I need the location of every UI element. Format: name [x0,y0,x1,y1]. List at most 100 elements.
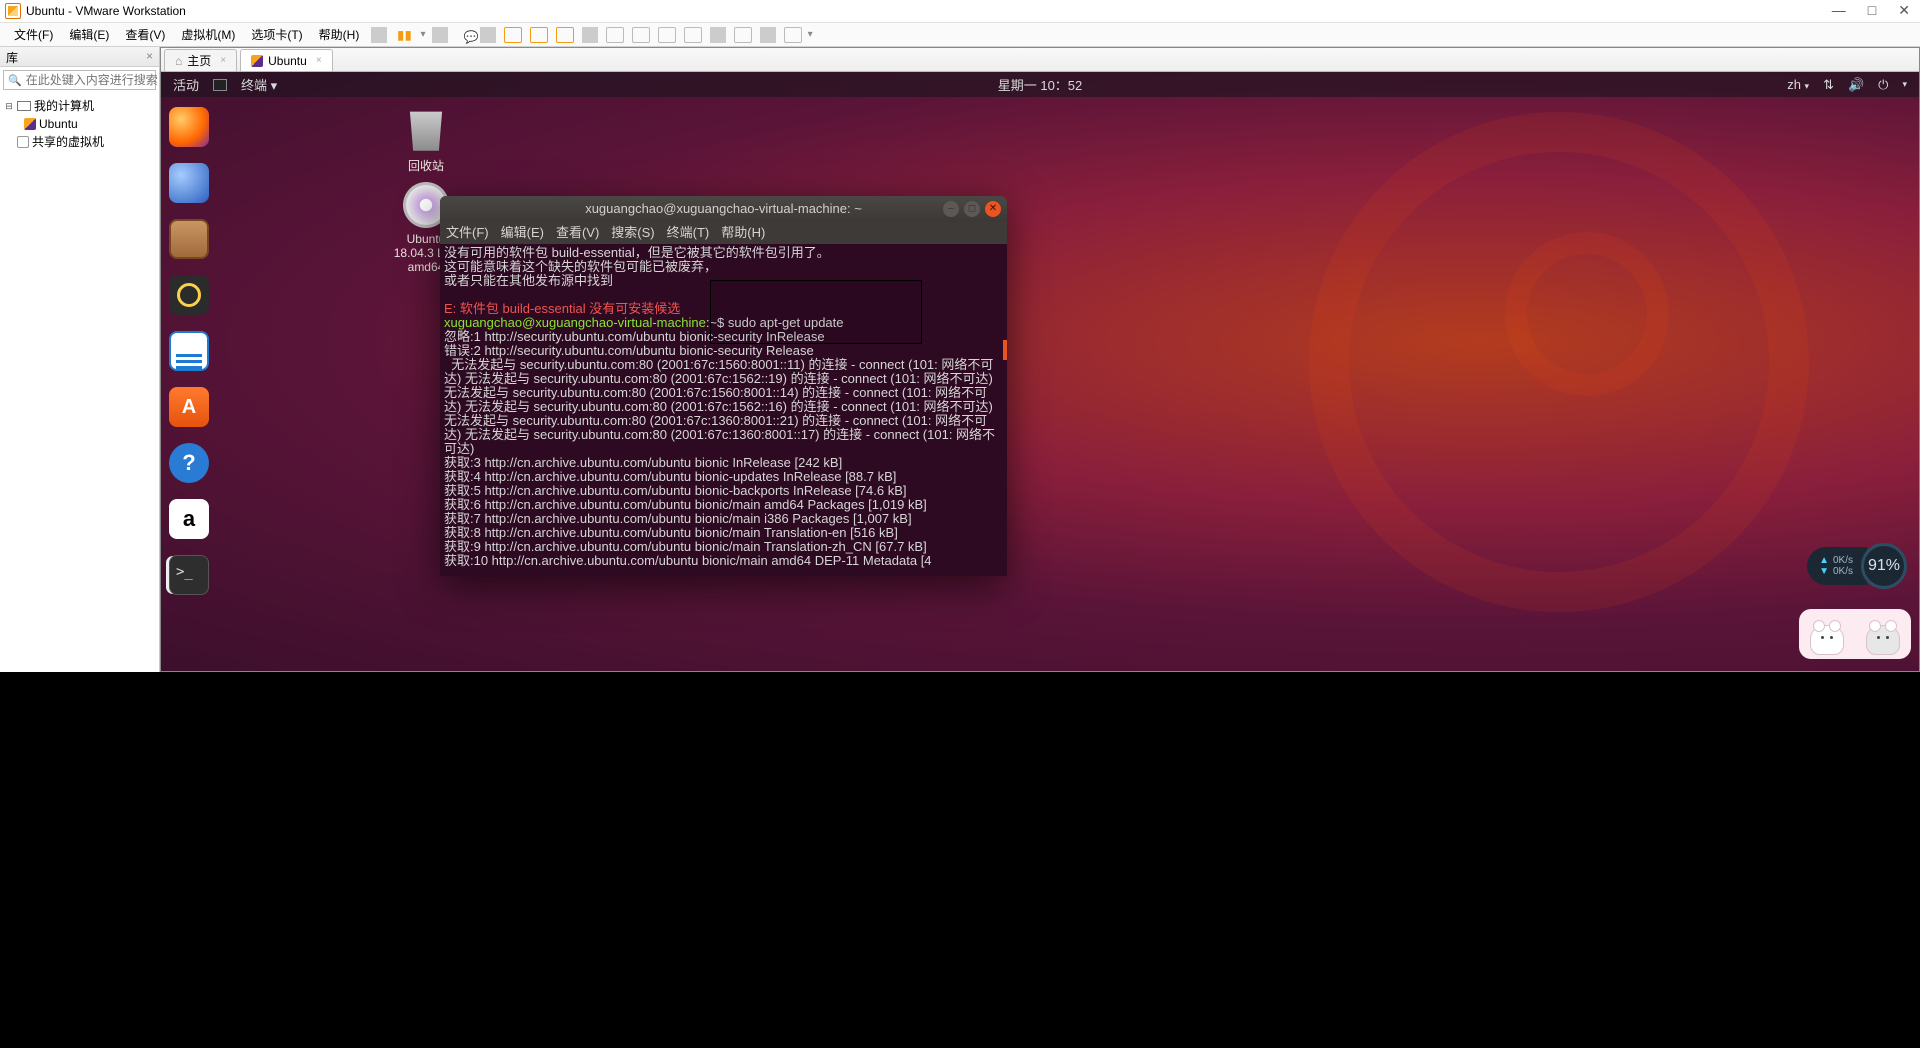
stretch-dropdown[interactable]: ▾ [806,29,815,40]
snapshot-take-icon[interactable] [504,27,522,43]
term-line: 获取:4 http://cn.archive.ubuntu.com/ubuntu… [444,469,896,484]
view-fullscreen-icon[interactable] [658,27,676,43]
libreoffice-writer-icon[interactable] [169,331,209,371]
percent-gauge[interactable]: 91% [1861,543,1907,589]
menu-vm[interactable]: 虚拟机(M) [173,23,243,46]
library-tree: ⊟我的计算机 Ubuntu 共享的虚拟机 [0,93,159,155]
snapshot-revert-icon[interactable] [530,27,548,43]
system-menu-dropdown[interactable]: ▾ [1902,79,1907,90]
shared-icon [17,136,29,148]
term-line: 获取:10 http://cn.archive.ubuntu.com/ubunt… [444,553,932,568]
library-close-button[interactable]: × [146,49,153,64]
network-speed-widget[interactable]: ▲0K/s ▼0K/s 91% [1807,543,1907,589]
terminal-scrollbar[interactable] [1003,340,1007,360]
term-menu-file[interactable]: 文件(F) [446,226,489,240]
term-line: 错误:2 http://security.ubuntu.com/ubuntu b… [444,343,814,358]
view-multi-icon[interactable] [632,27,650,43]
thunderbird-icon[interactable] [169,163,209,203]
library-search[interactable]: 🔍 ▼ [3,70,156,90]
term-line: 获取:8 http://cn.archive.ubuntu.com/ubuntu… [444,525,898,540]
tree-root[interactable]: ⊟我的计算机 [4,97,155,115]
network-icon[interactable]: ⇅ [1823,77,1834,93]
search-input[interactable] [26,73,181,87]
library-pane: 库 × 🔍 ▼ ⊟我的计算机 Ubuntu 共享的虚拟机 [0,47,160,672]
ubuntu-software-icon[interactable] [169,387,209,427]
pause-button[interactable]: ▮▮ [391,28,418,42]
gnome-topbar: 活动 终端 ▾ 星期一 10：52 zh ▾ ⇅ 🔊 ⏻ ▾ [161,72,1919,97]
tab-ubuntu[interactable]: Ubuntu× [240,49,333,71]
active-app-label[interactable]: 终端 ▾ [241,75,277,94]
clock[interactable]: 星期一 10：52 [998,75,1083,94]
upload-icon: ▲ [1819,555,1829,566]
search-icon: 🔍 [8,74,22,87]
files-icon[interactable] [169,219,209,259]
library-title: 库 [6,49,18,64]
separator [371,27,387,43]
separator [710,27,726,43]
trash-icon [403,107,449,153]
terminal-titlebar[interactable]: xuguangchao@xuguangchao-virtual-machine:… [440,196,1007,222]
terminal-body[interactable]: 没有可用的软件包 build-essential，但是它被其它的软件包引用了。 … [440,244,1007,576]
menu-tabs[interactable]: 选项卡(T) [243,23,310,46]
vmware-icon [5,3,21,19]
guest-desktop[interactable]: 活动 终端 ▾ 星期一 10：52 zh ▾ ⇅ 🔊 ⏻ ▾ [161,72,1919,671]
input-lang[interactable]: zh ▾ [1787,77,1809,92]
trash-desktop-icon[interactable]: 回收站 [386,107,466,174]
menu-file[interactable]: 文件(F) [6,23,61,46]
term-line: 获取:7 http://cn.archive.ubuntu.com/ubuntu… [444,511,912,526]
home-icon: ⌂ [175,54,182,68]
tab-close-icon[interactable]: × [316,55,322,66]
term-command: sudo apt-get update [728,315,844,330]
ubuntu-icon [251,55,263,67]
snapshot-manage-icon[interactable] [556,27,574,43]
pause-dropdown[interactable]: ▾ [419,29,428,40]
term-prompt-path: :~$ [706,315,728,330]
maximize-button[interactable]: □ [1868,2,1876,19]
toolbar-send-icon[interactable]: 💬 [456,27,472,43]
power-icon[interactable]: ⏻ [1878,77,1888,93]
host-titlebar: Ubuntu - VMware Workstation — □ ✕ [0,0,1920,23]
terminal-launcher-icon[interactable] [169,555,209,595]
term-line: 获取:6 http://cn.archive.ubuntu.com/ubuntu… [444,497,927,512]
tree-shared[interactable]: 共享的虚拟机 [4,133,155,151]
volume-icon[interactable]: 🔊 [1848,77,1864,93]
rhythmbox-icon[interactable] [169,275,209,315]
separator [432,27,448,43]
term-menu-help[interactable]: 帮助(H) [721,226,765,240]
vm-view: ⌂主页× Ubuntu× 活动 终端 ▾ 星期一 10：52 zh ▾ ⇅ 🔊 … [160,47,1920,672]
separator [480,27,496,43]
bear-icon [1866,625,1900,655]
terminal-menubar: 文件(F) 编辑(E) 查看(V) 搜索(S) 终端(T) 帮助(H) [440,222,1007,244]
term-line: 无法发起与 security.ubuntu.com:80 (2001:67c:1… [444,357,996,456]
stretch-icon[interactable] [784,27,802,43]
separator [760,27,776,43]
view-single-icon[interactable] [606,27,624,43]
menu-view[interactable]: 查看(V) [117,23,173,46]
tree-vm-ubuntu[interactable]: Ubuntu [4,115,155,133]
term-minimize-button[interactable]: – [943,201,959,217]
close-button[interactable]: ✕ [1898,2,1910,19]
enter-fullscreen-icon[interactable] [734,27,752,43]
term-menu-view[interactable]: 查看(V) [556,226,599,240]
activities-button[interactable]: 活动 [173,75,199,94]
view-unity-icon[interactable] [684,27,702,43]
terminal-window[interactable]: xuguangchao@xuguangchao-virtual-machine:… [440,196,1007,576]
term-menu-search[interactable]: 搜索(S) [611,226,654,240]
term-close-button[interactable]: ✕ [985,201,1001,217]
minimize-button[interactable]: — [1832,2,1846,19]
menu-edit[interactable]: 编辑(E) [61,23,117,46]
term-line-error: E: 软件包 build-essential 没有可安装候选 [444,301,680,316]
amazon-icon[interactable]: a [169,499,209,539]
menu-help[interactable]: 帮助(H) [311,23,368,46]
tab-home[interactable]: ⌂主页× [164,49,237,71]
firefox-icon[interactable] [169,107,209,147]
tab-close-icon[interactable]: × [220,55,226,66]
download-speed: 0K/s [1833,566,1853,577]
term-line: 或者只能在其他发布源中找到 [444,273,613,288]
term-menu-terminal[interactable]: 终端(T) [667,226,710,240]
help-icon[interactable] [169,443,209,483]
term-line: 没有可用的软件包 build-essential，但是它被其它的软件包引用了。 [444,245,830,260]
term-menu-edit[interactable]: 编辑(E) [501,226,544,240]
bears-sticker[interactable] [1799,609,1911,659]
term-maximize-button[interactable]: ◻ [964,201,980,217]
